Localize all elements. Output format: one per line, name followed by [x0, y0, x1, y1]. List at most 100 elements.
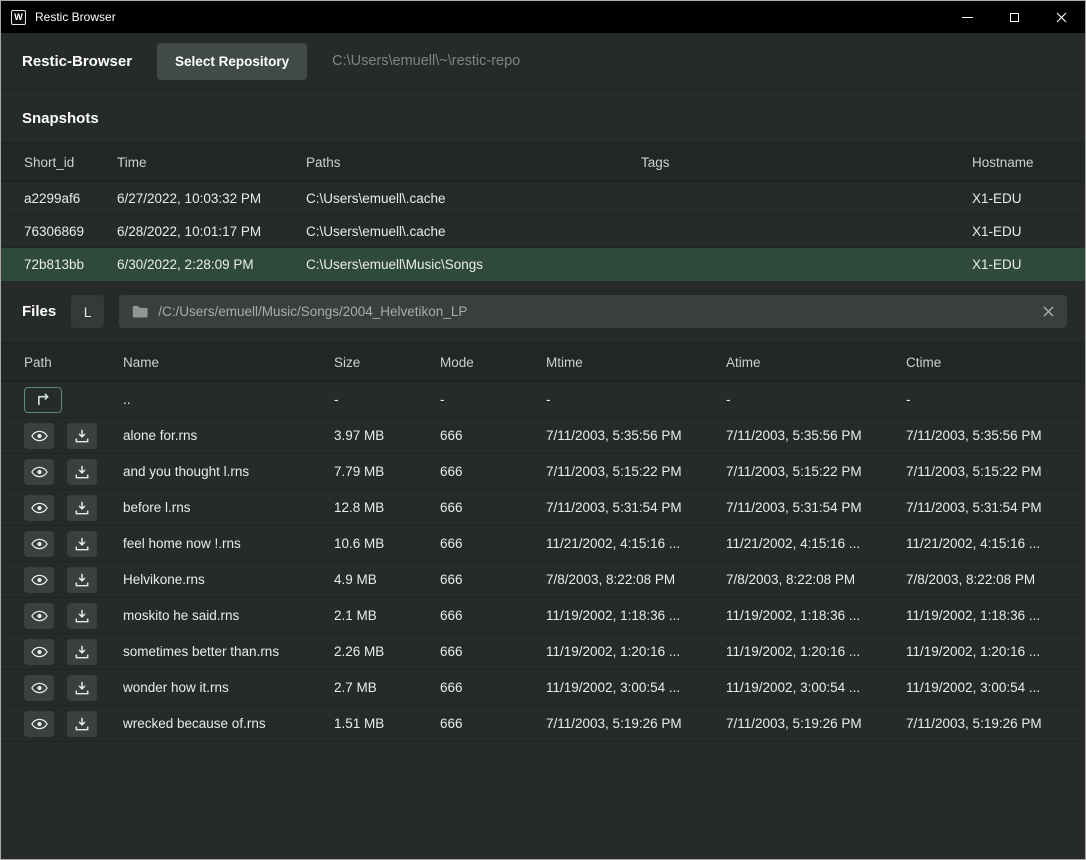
file-size: -	[334, 392, 440, 407]
eye-icon	[31, 682, 48, 694]
column-name: Name	[123, 355, 334, 370]
app-window: W Restic Browser Restic-Browser Select R…	[1, 1, 1085, 742]
preview-file-button[interactable]	[24, 495, 54, 521]
download-icon	[75, 501, 89, 515]
column-mode: Mode	[440, 355, 546, 370]
file-mode: 666	[440, 464, 546, 479]
select-repository-button[interactable]: Select Repository	[157, 43, 307, 80]
file-row: alone for.rns 3.97 MB 666 7/11/2003, 5:3…	[1, 418, 1085, 454]
snapshot-hostname: X1-EDU	[972, 224, 1062, 239]
minimize-button[interactable]	[944, 1, 991, 33]
preview-file-button[interactable]	[24, 711, 54, 737]
file-mode: 666	[440, 572, 546, 587]
snapshot-time: 6/28/2022, 10:01:17 PM	[117, 224, 306, 239]
files-path-field[interactable]: /C:/Users/emuell/Music/Songs/2004_Helvet…	[119, 295, 1067, 328]
clear-icon	[1043, 306, 1054, 317]
file-row-parent: .. - - - - -	[1, 382, 1085, 418]
eye-icon	[31, 466, 48, 478]
download-file-button[interactable]	[67, 459, 97, 485]
file-name: and you thought l.rns	[123, 464, 334, 479]
go-up-directory-button[interactable]	[24, 387, 62, 413]
column-paths: Paths	[306, 155, 641, 170]
download-icon	[75, 465, 89, 479]
file-row: wonder how it.rns 2.7 MB 666 11/19/2002,…	[1, 670, 1085, 706]
download-icon	[75, 573, 89, 587]
snapshot-paths: C:\Users\emuell\.cache	[306, 191, 641, 206]
column-mtime: Mtime	[546, 355, 726, 370]
file-name: wonder how it.rns	[123, 680, 334, 695]
file-mode: 666	[440, 680, 546, 695]
maximize-button[interactable]	[991, 1, 1038, 33]
snapshot-paths: C:\Users\emuell\.cache	[306, 224, 641, 239]
column-ctime: Ctime	[906, 355, 1062, 370]
column-atime: Atime	[726, 355, 906, 370]
file-mode: 666	[440, 608, 546, 623]
file-name: wrecked because of.rns	[123, 716, 334, 731]
file-mode: 666	[440, 716, 546, 731]
file-mtime: 7/8/2003, 8:22:08 PM	[546, 572, 726, 587]
file-atime: 7/11/2003, 5:19:26 PM	[726, 716, 906, 731]
snapshot-row-selected[interactable]: 72b813bb 6/30/2022, 2:28:09 PM C:\Users\…	[1, 248, 1085, 281]
close-button[interactable]	[1038, 1, 1085, 33]
snapshot-row[interactable]: a2299af6 6/27/2022, 10:03:32 PM C:\Users…	[1, 182, 1085, 215]
close-icon	[1056, 12, 1067, 23]
file-row: wrecked because of.rns 1.51 MB 666 7/11/…	[1, 706, 1085, 742]
column-size: Size	[334, 355, 440, 370]
file-ctime: 7/11/2003, 5:35:56 PM	[906, 428, 1062, 443]
download-icon	[75, 429, 89, 443]
file-mode: 666	[440, 536, 546, 551]
download-file-button[interactable]	[67, 639, 97, 665]
preview-file-button[interactable]	[24, 531, 54, 557]
preview-file-button[interactable]	[24, 675, 54, 701]
download-file-button[interactable]	[67, 711, 97, 737]
eye-icon	[31, 646, 48, 658]
files-tree-toggle-button[interactable]: L	[71, 295, 104, 328]
eye-icon	[31, 718, 48, 730]
download-file-button[interactable]	[67, 675, 97, 701]
download-file-button[interactable]	[67, 567, 97, 593]
window-title: Restic Browser	[35, 10, 116, 24]
snapshot-hostname: X1-EDU	[972, 257, 1062, 272]
download-file-button[interactable]	[67, 495, 97, 521]
eye-icon	[31, 574, 48, 586]
download-icon	[75, 681, 89, 695]
file-size: 7.79 MB	[334, 464, 440, 479]
file-mtime: 11/19/2002, 1:18:36 ...	[546, 608, 726, 623]
preview-file-button[interactable]	[24, 459, 54, 485]
window-controls	[944, 1, 1085, 33]
file-atime: 11/19/2002, 1:18:36 ...	[726, 608, 906, 623]
snapshot-short-id: a2299af6	[24, 191, 117, 206]
preview-file-button[interactable]	[24, 567, 54, 593]
file-name: alone for.rns	[123, 428, 334, 443]
file-ctime: 11/19/2002, 3:00:54 ...	[906, 680, 1062, 695]
file-mode: 666	[440, 428, 546, 443]
file-ctime: 11/19/2002, 1:18:36 ...	[906, 608, 1062, 623]
download-file-button[interactable]	[67, 603, 97, 629]
file-mode: 666	[440, 500, 546, 515]
file-row: sometimes better than.rns 2.26 MB 666 11…	[1, 634, 1085, 670]
column-tags: Tags	[641, 155, 972, 170]
app-name: Restic-Browser	[22, 53, 132, 70]
snapshots-heading: Snapshots	[1, 90, 1085, 142]
preview-file-button[interactable]	[24, 423, 54, 449]
file-size: 12.8 MB	[334, 500, 440, 515]
download-file-button[interactable]	[67, 423, 97, 449]
clear-path-button[interactable]	[1043, 306, 1054, 317]
eye-icon	[31, 502, 48, 514]
preview-file-button[interactable]	[24, 639, 54, 665]
snapshot-paths: C:\Users\emuell\Music\Songs	[306, 257, 641, 272]
file-row: feel home now !.rns 10.6 MB 666 11/21/20…	[1, 526, 1085, 562]
download-file-button[interactable]	[67, 531, 97, 557]
column-time: Time	[117, 155, 306, 170]
preview-file-button[interactable]	[24, 603, 54, 629]
files-table-header: Path Name Size Mode Mtime Atime Ctime	[1, 342, 1085, 382]
file-name: sometimes better than.rns	[123, 644, 334, 659]
up-directory-icon	[35, 393, 52, 406]
file-ctime: 7/8/2003, 8:22:08 PM	[906, 572, 1062, 587]
file-name: Helvikone.rns	[123, 572, 334, 587]
snapshot-row[interactable]: 76306869 6/28/2022, 10:01:17 PM C:\Users…	[1, 215, 1085, 248]
file-ctime: 7/11/2003, 5:31:54 PM	[906, 500, 1062, 515]
snapshot-time: 6/30/2022, 2:28:09 PM	[117, 257, 306, 272]
column-path: Path	[24, 355, 123, 370]
download-icon	[75, 537, 89, 551]
